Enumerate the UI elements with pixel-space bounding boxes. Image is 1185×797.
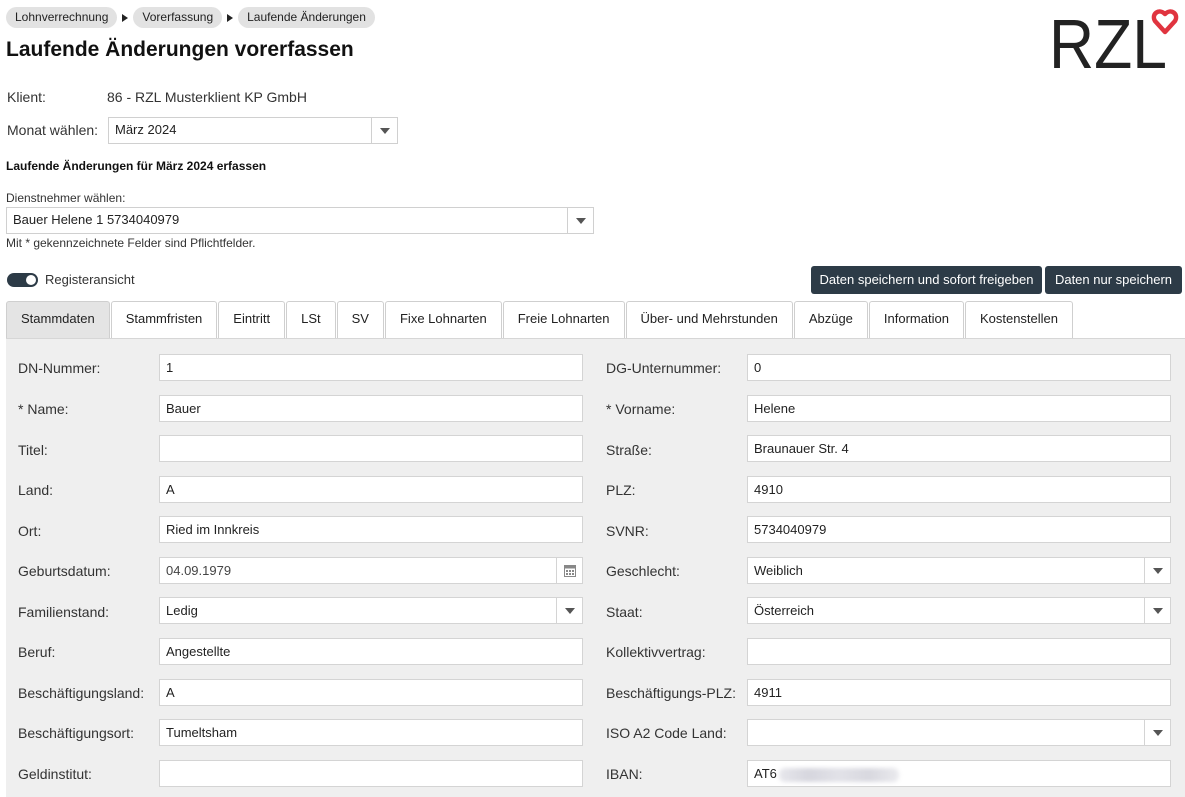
plz-label: PLZ: xyxy=(606,482,636,498)
iban-label: IBAN: xyxy=(606,766,643,782)
save-and-release-button[interactable]: Daten speichern und sofort freigeben xyxy=(811,266,1042,294)
familienstand-label: Familienstand: xyxy=(18,604,110,620)
required-note: Mit * gekennzeichnete Felder sind Pflich… xyxy=(6,236,256,250)
iban-redacted xyxy=(778,767,899,782)
chevron-right-icon xyxy=(117,7,133,28)
staat-value: Österreich xyxy=(754,603,814,618)
breadcrumb-vorerfassung[interactable]: Vorerfassung xyxy=(133,7,223,28)
beruf-field[interactable]: Angestellte xyxy=(159,638,583,665)
strasse-label: Straße: xyxy=(606,442,652,458)
register-view-toggle[interactable] xyxy=(7,273,38,287)
client-value: 86 - RZL Musterklient KP GmbH xyxy=(107,89,307,105)
dn-nummer-field[interactable]: 1 xyxy=(159,354,583,381)
beschaeftigungs-plz-label: Beschäftigungs-PLZ: xyxy=(606,685,736,701)
client-label: Klient: xyxy=(7,89,46,105)
name-label: * Name: xyxy=(18,401,69,417)
iban-value: AT6 xyxy=(754,766,777,781)
tab-eintritt[interactable]: Eintritt xyxy=(218,301,286,338)
beschaeftigungsort-label: Beschäftigungsort: xyxy=(18,725,134,741)
dn-nummer-label: DN-Nummer: xyxy=(18,360,101,376)
employee-select-value: Bauer Helene 1 5734040979 xyxy=(13,212,180,227)
iban-field[interactable]: AT6 xyxy=(747,760,1171,787)
chevron-down-icon[interactable] xyxy=(567,208,593,233)
chevron-down-icon[interactable] xyxy=(1144,598,1170,623)
beschaeftigungs-plz-field[interactable]: 4911 xyxy=(747,679,1171,706)
tab-freie-lohnarten[interactable]: Freie Lohnarten xyxy=(502,301,625,338)
svnr-label: SVNR: xyxy=(606,523,649,539)
register-view-label: Registeransicht xyxy=(45,272,135,287)
tab-stammdaten[interactable]: Stammdaten xyxy=(6,301,110,338)
page-title: Laufende Änderungen vorerfassen xyxy=(6,38,354,61)
employee-label: Dienstnehmer wählen: xyxy=(6,191,126,205)
geburtsdatum-field[interactable]: 04.09.1979 xyxy=(159,557,583,584)
rzl-logo: RZL xyxy=(1049,8,1179,74)
ort-field[interactable]: Ried im Innkreis xyxy=(159,516,583,543)
geburtsdatum-label: Geburtsdatum: xyxy=(18,563,111,579)
tab-lst[interactable]: LSt xyxy=(286,301,336,338)
beschaeftigungsland-field[interactable]: A xyxy=(159,679,583,706)
geburtsdatum-value: 04.09.1979 xyxy=(166,563,232,578)
month-select-value: März 2024 xyxy=(115,122,177,137)
breadcrumb-lohnverrechnung[interactable]: Lohnverrechnung xyxy=(6,7,118,28)
month-label: Monat wählen: xyxy=(7,122,99,138)
tab-kostenstellen[interactable]: Kostenstellen xyxy=(964,301,1074,338)
vorname-field[interactable]: Helene xyxy=(747,395,1171,422)
staat-label: Staat: xyxy=(606,604,643,620)
beschaeftigungsort-field[interactable]: Tumeltsham xyxy=(159,719,583,746)
familienstand-select[interactable]: Ledig xyxy=(159,597,583,624)
land-label: Land: xyxy=(18,482,54,498)
geschlecht-label: Geschlecht: xyxy=(606,563,680,579)
dg-unternummer-label: DG-Unternummer: xyxy=(606,360,722,376)
chevron-down-icon[interactable] xyxy=(556,598,582,623)
logo-text: RZL xyxy=(1049,8,1167,74)
tab-sv[interactable]: SV xyxy=(336,301,384,338)
breadcrumb-laufende-aenderungen[interactable]: Laufende Änderungen xyxy=(238,7,375,28)
month-select[interactable]: März 2024 xyxy=(108,117,398,144)
dg-unternummer-field[interactable]: 0 xyxy=(747,354,1171,381)
kollektivvertrag-field[interactable] xyxy=(747,638,1171,665)
save-only-button[interactable]: Daten nur speichern xyxy=(1045,266,1182,294)
tab-ueber-mehrstunden[interactable]: Über- und Mehrstunden xyxy=(625,301,793,338)
iso-code-label: ISO A2 Code Land: xyxy=(606,725,727,741)
tab-stammfristen[interactable]: Stammfristen xyxy=(110,301,218,338)
tab-bar: Stammdaten Stammfristen Eintritt LSt SV … xyxy=(6,301,1074,338)
chevron-down-icon[interactable] xyxy=(1144,720,1170,745)
plz-field[interactable]: 4910 xyxy=(747,476,1171,503)
svnr-field[interactable]: 5734040979 xyxy=(747,516,1171,543)
toggle-knob xyxy=(26,275,36,285)
titel-field[interactable] xyxy=(159,435,583,462)
iso-code-select[interactable] xyxy=(747,719,1171,746)
section-heading: Laufende Änderungen für März 2024 erfass… xyxy=(6,159,267,173)
familienstand-value: Ledig xyxy=(166,603,198,618)
titel-label: Titel: xyxy=(18,442,48,458)
geschlecht-select[interactable]: Weiblich xyxy=(747,557,1171,584)
tab-fixe-lohnarten[interactable]: Fixe Lohnarten xyxy=(384,301,502,338)
employee-select[interactable]: Bauer Helene 1 5734040979 xyxy=(6,207,594,234)
calendar-icon[interactable] xyxy=(556,558,582,583)
geschlecht-value: Weiblich xyxy=(754,563,803,578)
geldinstitut-field[interactable] xyxy=(159,760,583,787)
chevron-down-icon[interactable] xyxy=(371,118,397,143)
beschaeftigungsland-label: Beschäftigungsland: xyxy=(18,685,145,701)
kollektivvertrag-label: Kollektivvertrag: xyxy=(606,644,706,660)
ort-label: Ort: xyxy=(18,523,42,539)
chevron-right-icon xyxy=(222,7,238,28)
staat-select[interactable]: Österreich xyxy=(747,597,1171,624)
beruf-label: Beruf: xyxy=(18,644,56,660)
vorname-label: * Vorname: xyxy=(606,401,676,417)
strasse-field[interactable]: Braunauer Str. 4 xyxy=(747,435,1171,462)
breadcrumb: Lohnverrechnung Vorerfassung Laufende Än… xyxy=(6,7,375,28)
tab-abzuege[interactable]: Abzüge xyxy=(793,301,868,338)
chevron-down-icon[interactable] xyxy=(1144,558,1170,583)
land-field[interactable]: A xyxy=(159,476,583,503)
name-field[interactable]: Bauer xyxy=(159,395,583,422)
tab-information[interactable]: Information xyxy=(868,301,964,338)
geldinstitut-label: Geldinstitut: xyxy=(18,766,92,782)
